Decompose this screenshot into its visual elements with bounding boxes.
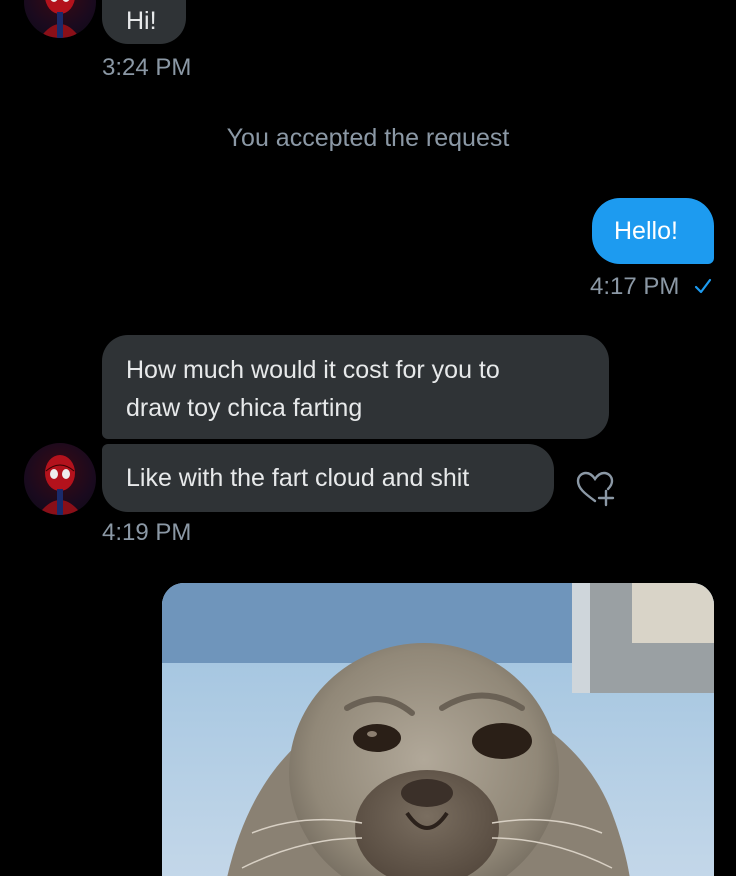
spiderman-avatar-icon <box>40 0 80 38</box>
seal-image <box>162 583 714 876</box>
dm-conversation: Hi! 3:24 PM You accepted the request Hel… <box>0 0 736 876</box>
message-timestamp-outgoing: 4:17 PM <box>590 272 712 303</box>
add-reaction-button[interactable] <box>572 466 618 512</box>
message-bubble-followup[interactable]: Like with the fart cloud and shit <box>102 444 554 512</box>
message-timestamp: 3:24 PM <box>102 54 192 81</box>
sender-avatar[interactable] <box>24 443 96 515</box>
message-bubble-question[interactable]: How much would it cost for you to draw t… <box>102 335 609 439</box>
heart-plus-icon <box>576 471 615 507</box>
seal-photo[interactable] <box>162 583 714 876</box>
spiderman-avatar-icon <box>38 455 82 515</box>
request-accepted-note: You accepted the request <box>226 124 510 152</box>
message-text-line-2: draw toy chica farting <box>126 394 363 422</box>
message-timestamp: 4:19 PM <box>102 519 192 546</box>
message-text: Like with the fart cloud and shit <box>126 464 470 492</box>
message-bubble-hello[interactable]: Hello! <box>592 198 714 264</box>
check-icon <box>694 273 712 303</box>
message-bubble-hi[interactable]: Hi! <box>102 0 186 44</box>
message-text: Hello! <box>614 217 678 245</box>
timestamp-text: 4:17 PM <box>590 273 680 300</box>
message-text-line-1: How much would it cost for you to <box>126 356 500 384</box>
message-text: Hi! <box>126 7 157 35</box>
sender-avatar[interactable] <box>24 0 96 38</box>
